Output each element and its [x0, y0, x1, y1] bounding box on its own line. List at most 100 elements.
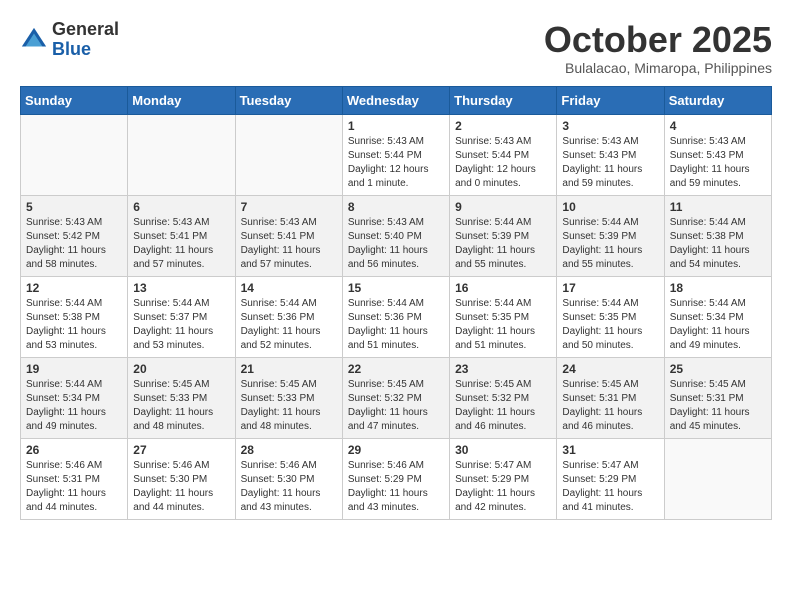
- calendar-cell: 15Sunrise: 5:44 AMSunset: 5:36 PMDayligh…: [342, 276, 449, 357]
- day-number: 28: [241, 443, 337, 457]
- calendar-cell: 19 Sunrise: 5:44 AMSunset: 5:34 PMDayligh…: [21, 357, 128, 438]
- day-info: Sunrise: 5:44 AMSunset: 5:38 PMDaylight:…: [670, 216, 766, 272]
- day-number: 5: [26, 200, 122, 214]
- day-number: 1: [348, 119, 444, 133]
- day-number: 3: [562, 119, 658, 133]
- day-number: 17: [562, 281, 658, 295]
- logo-icon: [20, 26, 48, 54]
- page-header: General Blue October 2025 Bulalacao, Mim…: [20, 20, 772, 76]
- calendar-cell: 31Sunrise: 5:47 AMSunset: 5:29 PMDayligh…: [557, 438, 664, 519]
- calendar-cell: 1 Sunrise: 5:43 AMSunset: 5:44 PMDaylight…: [342, 114, 449, 195]
- calendar-cell: [235, 114, 342, 195]
- day-number: 16: [455, 281, 551, 295]
- calendar-cell: 6 Sunrise: 5:43 AMSunset: 5:41 PMDaylight…: [128, 195, 235, 276]
- calendar-row-week-1: 1 Sunrise: 5:43 AMSunset: 5:44 PMDaylight…: [21, 114, 772, 195]
- day-number: 19: [26, 362, 122, 376]
- day-info: Sunrise: 5:43 AMSunset: 5:43 PMDaylight:…: [562, 135, 658, 191]
- day-info: Sunrise: 5:45 AMSunset: 5:32 PMDaylight:…: [348, 378, 444, 434]
- calendar-header-tuesday: Tuesday: [235, 86, 342, 114]
- calendar-cell: 10Sunrise: 5:44 AMSunset: 5:39 PMDayligh…: [557, 195, 664, 276]
- calendar-table: SundayMondayTuesdayWednesdayThursdayFrid…: [20, 86, 772, 520]
- day-info: Sunrise: 5:44 AMSunset: 5:35 PMDaylight:…: [562, 297, 658, 353]
- calendar-cell: 22 Sunrise: 5:45 AMSunset: 5:32 PMDayligh…: [342, 357, 449, 438]
- day-info: Sunrise: 5:44 AMSunset: 5:37 PMDaylight:…: [133, 297, 229, 353]
- calendar-header-thursday: Thursday: [450, 86, 557, 114]
- calendar-cell: 12 Sunrise: 5:44 AMSunset: 5:38 PMDayligh…: [21, 276, 128, 357]
- day-info: Sunrise: 5:44 AMSunset: 5:36 PMDaylight:…: [241, 297, 337, 353]
- calendar-cell: 14 Sunrise: 5:44 AMSunset: 5:36 PMDayligh…: [235, 276, 342, 357]
- day-number: 14: [241, 281, 337, 295]
- calendar-cell: 11 Sunrise: 5:44 AMSunset: 5:38 PMDayligh…: [664, 195, 771, 276]
- day-number: 9: [455, 200, 551, 214]
- day-info: Sunrise: 5:43 AMSunset: 5:41 PMDaylight:…: [241, 216, 337, 272]
- calendar-cell: 23 Sunrise: 5:45 AMSunset: 5:32 PMDayligh…: [450, 357, 557, 438]
- calendar-cell: 8Sunrise: 5:43 AMSunset: 5:40 PMDaylight…: [342, 195, 449, 276]
- day-info: Sunrise: 5:46 AMSunset: 5:30 PMDaylight:…: [133, 459, 229, 515]
- calendar-cell: 29 Sunrise: 5:46 AMSunset: 5:29 PMDayligh…: [342, 438, 449, 519]
- logo: General Blue: [20, 20, 119, 60]
- calendar-cell: 20Sunrise: 5:45 AMSunset: 5:33 PMDayligh…: [128, 357, 235, 438]
- day-number: 30: [455, 443, 551, 457]
- calendar-header-monday: Monday: [128, 86, 235, 114]
- day-info: Sunrise: 5:46 AMSunset: 5:29 PMDaylight:…: [348, 459, 444, 515]
- calendar-row-week-5: 26 Sunrise: 5:46 AMSunset: 5:31 PMDayligh…: [21, 438, 772, 519]
- day-info: Sunrise: 5:44 AMSunset: 5:38 PMDaylight:…: [26, 297, 122, 353]
- calendar-cell: 9 Sunrise: 5:44 AMSunset: 5:39 PMDaylight…: [450, 195, 557, 276]
- calendar-cell: 16 Sunrise: 5:44 AMSunset: 5:35 PMDayligh…: [450, 276, 557, 357]
- day-number: 15: [348, 281, 444, 295]
- day-info: Sunrise: 5:45 AMSunset: 5:31 PMDaylight:…: [670, 378, 766, 434]
- calendar-row-week-3: 12 Sunrise: 5:44 AMSunset: 5:38 PMDayligh…: [21, 276, 772, 357]
- day-info: Sunrise: 5:47 AMSunset: 5:29 PMDaylight:…: [562, 459, 658, 515]
- day-number: 11: [670, 200, 766, 214]
- calendar-cell: 26 Sunrise: 5:46 AMSunset: 5:31 PMDayligh…: [21, 438, 128, 519]
- day-number: 23: [455, 362, 551, 376]
- day-number: 21: [241, 362, 337, 376]
- day-number: 29: [348, 443, 444, 457]
- day-number: 25: [670, 362, 766, 376]
- day-info: Sunrise: 5:43 AMSunset: 5:42 PMDaylight:…: [26, 216, 122, 272]
- calendar-cell: 7Sunrise: 5:43 AMSunset: 5:41 PMDaylight…: [235, 195, 342, 276]
- logo-text: General Blue: [52, 20, 119, 60]
- day-info: Sunrise: 5:45 AMSunset: 5:33 PMDaylight:…: [241, 378, 337, 434]
- day-info: Sunrise: 5:46 AMSunset: 5:31 PMDaylight:…: [26, 459, 122, 515]
- day-number: 13: [133, 281, 229, 295]
- day-number: 12: [26, 281, 122, 295]
- calendar-cell: 4 Sunrise: 5:43 AMSunset: 5:43 PMDaylight…: [664, 114, 771, 195]
- calendar-header-saturday: Saturday: [664, 86, 771, 114]
- day-number: 22: [348, 362, 444, 376]
- calendar-cell: 27Sunrise: 5:46 AMSunset: 5:30 PMDayligh…: [128, 438, 235, 519]
- day-info: Sunrise: 5:44 AMSunset: 5:35 PMDaylight:…: [455, 297, 551, 353]
- calendar-cell: [21, 114, 128, 195]
- day-info: Sunrise: 5:44 AMSunset: 5:34 PMDaylight:…: [26, 378, 122, 434]
- day-number: 26: [26, 443, 122, 457]
- calendar-row-week-2: 5 Sunrise: 5:43 AMSunset: 5:42 PMDaylight…: [21, 195, 772, 276]
- calendar-cell: 28Sunrise: 5:46 AMSunset: 5:30 PMDayligh…: [235, 438, 342, 519]
- day-number: 8: [348, 200, 444, 214]
- calendar-cell: 13 Sunrise: 5:44 AMSunset: 5:37 PMDayligh…: [128, 276, 235, 357]
- day-info: Sunrise: 5:43 AMSunset: 5:41 PMDaylight:…: [133, 216, 229, 272]
- title-block: October 2025 Bulalacao, Mimaropa, Philip…: [544, 20, 772, 76]
- day-number: 20: [133, 362, 229, 376]
- day-info: Sunrise: 5:43 AMSunset: 5:44 PMDaylight:…: [455, 135, 551, 191]
- day-number: 24: [562, 362, 658, 376]
- day-info: Sunrise: 5:45 AMSunset: 5:31 PMDaylight:…: [562, 378, 658, 434]
- calendar-cell: 18Sunrise: 5:44 AMSunset: 5:34 PMDayligh…: [664, 276, 771, 357]
- day-number: 2: [455, 119, 551, 133]
- day-info: Sunrise: 5:44 AMSunset: 5:34 PMDaylight:…: [670, 297, 766, 353]
- day-info: Sunrise: 5:44 AMSunset: 5:39 PMDaylight:…: [455, 216, 551, 272]
- calendar-cell: 24 Sunrise: 5:45 AMSunset: 5:31 PMDayligh…: [557, 357, 664, 438]
- month-title: October 2025: [544, 20, 772, 60]
- calendar-header-sunday: Sunday: [21, 86, 128, 114]
- logo-blue: Blue: [52, 39, 91, 59]
- calendar-cell: [664, 438, 771, 519]
- day-info: Sunrise: 5:43 AMSunset: 5:43 PMDaylight:…: [670, 135, 766, 191]
- day-info: Sunrise: 5:45 AMSunset: 5:32 PMDaylight:…: [455, 378, 551, 434]
- calendar-cell: 21 Sunrise: 5:45 AMSunset: 5:33 PMDayligh…: [235, 357, 342, 438]
- location: Bulalacao, Mimaropa, Philippines: [544, 60, 772, 76]
- day-number: 10: [562, 200, 658, 214]
- day-info: Sunrise: 5:43 AMSunset: 5:44 PMDaylight:…: [348, 135, 444, 191]
- day-number: 6: [133, 200, 229, 214]
- day-number: 4: [670, 119, 766, 133]
- calendar-cell: 3 Sunrise: 5:43 AMSunset: 5:43 PMDaylight…: [557, 114, 664, 195]
- calendar-cell: 17 Sunrise: 5:44 AMSunset: 5:35 PMDayligh…: [557, 276, 664, 357]
